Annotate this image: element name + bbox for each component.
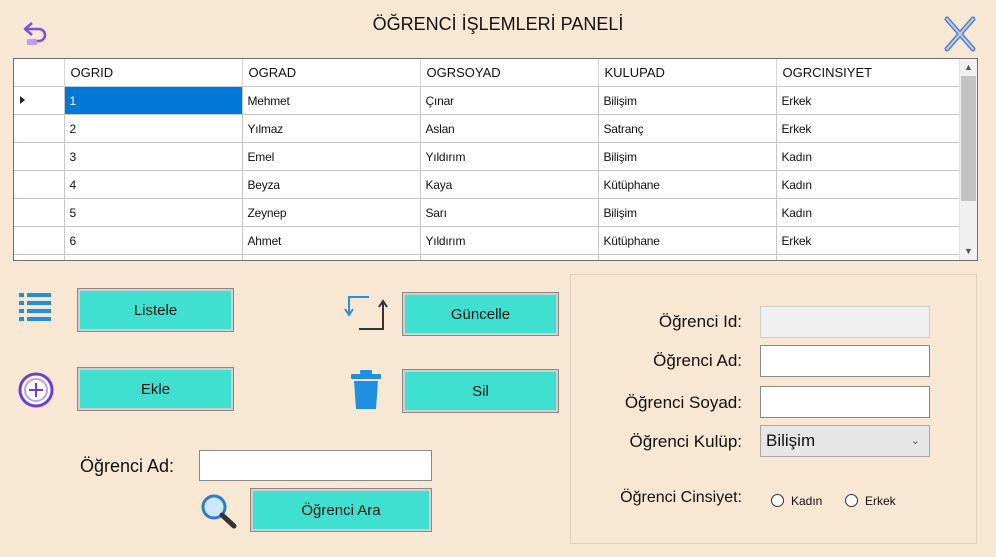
table-cell[interactable]: Emel <box>242 142 421 171</box>
table-cell[interactable]: Kadın <box>776 170 960 199</box>
table-cell[interactable]: Aslan <box>420 114 599 143</box>
table-cell[interactable]: 4 <box>64 170 243 199</box>
row-header[interactable] <box>14 170 65 199</box>
table-cell[interactable]: Mehmet <box>242 86 421 115</box>
list-icon <box>18 290 52 328</box>
student-id-field[interactable] <box>760 306 930 338</box>
current-row-arrow-icon <box>20 96 25 104</box>
grid-vertical-scrollbar[interactable]: ▲ ▼ <box>959 59 977 260</box>
table-cell[interactable]: Kaya <box>420 170 599 199</box>
table-cell[interactable]: Satranç <box>598 114 777 143</box>
gender-female-radio[interactable] <box>771 494 784 507</box>
row-header[interactable] <box>14 198 65 227</box>
row-header[interactable] <box>14 142 65 171</box>
table-cell[interactable]: 1 <box>64 86 243 115</box>
magnifier-icon <box>200 493 238 529</box>
table-cell[interactable]: Erkek <box>776 226 960 255</box>
update-button[interactable]: Güncelle <box>402 292 559 336</box>
table-cell[interactable]: Bilişim <box>598 198 777 227</box>
row-header[interactable] <box>14 226 65 255</box>
close-x-icon[interactable] <box>944 16 976 52</box>
search-name-input[interactable] <box>199 450 432 481</box>
table-row[interactable]: 3 Emel Yıldırım Bilişim Kadın <box>14 142 960 171</box>
table-row[interactable]: 5 Zeynep Sarı Bilişim Kadın <box>14 198 960 227</box>
table-cell[interactable]: Bilişim <box>598 86 777 115</box>
table-cell[interactable]: Ahmet <box>242 226 421 255</box>
page-title: ÖĞRENCİ İŞLEMLERİ PANELİ <box>372 14 624 34</box>
student-surname-label: Öğrenci Soyad: <box>624 393 742 412</box>
table-cell[interactable]: Erkek <box>776 86 960 115</box>
column-header[interactable]: OGRSOYAD <box>420 59 599 87</box>
table-row[interactable]: 4 Beyza Kaya Kütüphane Kadın <box>14 170 960 199</box>
club-selected-value: Bilişim <box>766 431 816 450</box>
table-row[interactable]: 2 Yılmaz Aslan Satranç Erkek <box>14 114 960 143</box>
add-button[interactable]: Ekle <box>77 367 234 411</box>
table-cell[interactable]: Yıldırım <box>420 142 599 171</box>
student-surname-field[interactable] <box>760 386 930 418</box>
trash-icon <box>349 369 383 411</box>
chevron-down-icon: ⌄ <box>910 435 920 447</box>
row-header[interactable] <box>14 114 65 143</box>
delete-button[interactable]: Sil <box>402 369 559 413</box>
column-header[interactable]: OGRAD <box>242 59 421 87</box>
row-header[interactable] <box>14 86 65 115</box>
table-cell[interactable]: Bilişim <box>598 142 777 171</box>
column-header[interactable]: OGRCINSIYET <box>776 59 960 87</box>
gender-male-label[interactable]: Erkek <box>865 494 896 508</box>
column-header[interactable]: KULUPAD <box>598 59 777 87</box>
student-club-label: Öğrenci Kulüp: <box>629 432 742 451</box>
scroll-up-icon[interactable]: ▲ <box>960 59 977 76</box>
table-cell[interactable]: Kadın <box>776 198 960 227</box>
table-cell[interactable]: Kadın <box>776 142 960 171</box>
list-button[interactable]: Listele <box>77 288 234 332</box>
table-cell[interactable]: 5 <box>64 198 243 227</box>
plus-circle-icon <box>17 371 55 409</box>
table-row-partial[interactable] <box>14 254 960 260</box>
gender-female-label[interactable]: Kadın <box>791 494 822 508</box>
table-cell[interactable]: Çınar <box>420 86 599 115</box>
table-cell[interactable]: Yılmaz <box>242 114 421 143</box>
search-name-label: Öğrenci Ad: <box>80 456 175 476</box>
gender-male-radio[interactable] <box>845 494 858 507</box>
column-header[interactable]: OGRID <box>64 59 243 87</box>
table-cell[interactable]: Kütüphane <box>598 226 777 255</box>
students-data-grid[interactable]: OGRID OGRAD OGRSOYAD KULUPAD OGRCINSIYET… <box>13 58 978 261</box>
table-cell[interactable]: Zeynep <box>242 198 421 227</box>
table-cell[interactable]: Kütüphane <box>598 170 777 199</box>
student-club-dropdown[interactable]: Bilişim ⌄ <box>760 425 930 457</box>
table-row[interactable]: 1 Mehmet Çınar Bilişim Erkek <box>14 86 960 115</box>
scrollbar-thumb[interactable] <box>961 76 976 201</box>
student-name-label: Öğrenci Ad: <box>653 351 742 370</box>
swap-arrows-icon <box>343 291 391 335</box>
table-cell[interactable]: 6 <box>64 226 243 255</box>
table-cell[interactable]: Beyza <box>242 170 421 199</box>
table-cell[interactable]: 2 <box>64 114 243 143</box>
search-student-button[interactable]: Öğrenci Ara <box>250 488 432 532</box>
grid-header-row: OGRID OGRAD OGRSOYAD KULUPAD OGRCINSIYET <box>14 59 960 87</box>
table-row[interactable]: 6 Ahmet Yıldırım Kütüphane Erkek <box>14 226 960 255</box>
grid-corner-cell <box>14 59 65 87</box>
table-cell[interactable]: Yıldırım <box>420 226 599 255</box>
table-cell[interactable]: Erkek <box>776 114 960 143</box>
student-gender-label: Öğrenci Cinsiyet: <box>620 489 742 506</box>
table-cell[interactable]: 3 <box>64 142 243 171</box>
scroll-down-icon[interactable]: ▼ <box>960 243 977 260</box>
table-cell[interactable]: Sarı <box>420 198 599 227</box>
student-name-field[interactable] <box>760 345 930 377</box>
student-id-label: Öğrenci Id: <box>658 312 742 331</box>
